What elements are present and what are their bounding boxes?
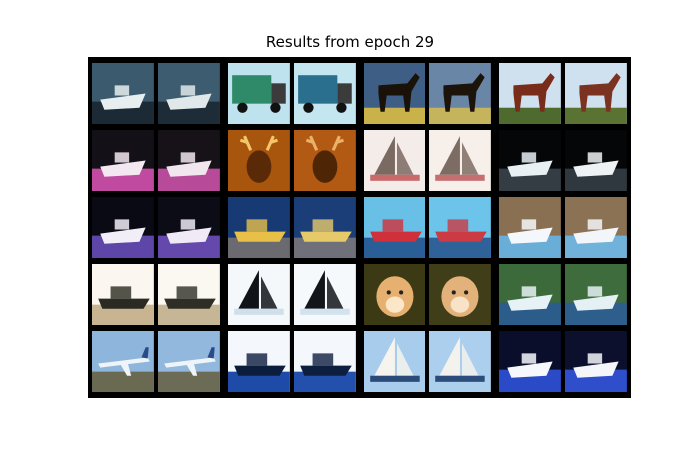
input-image [499, 331, 562, 392]
ship-image [157, 264, 220, 325]
sailboat-image [429, 331, 492, 392]
boat-image [565, 331, 627, 392]
sailboat-image [227, 264, 290, 325]
reconstructed-image [157, 130, 220, 191]
reconstructed-image [565, 130, 627, 191]
boat-image [565, 197, 627, 258]
boat-image [157, 130, 220, 191]
reconstructed-image [157, 264, 220, 325]
boat-image [499, 197, 562, 258]
boat-image [565, 130, 627, 191]
sailboat-image [293, 264, 356, 325]
reconstructed-image [293, 197, 356, 258]
horse-image [499, 63, 562, 124]
deer-image [227, 130, 290, 191]
horse-image [363, 63, 426, 124]
horse-image [429, 63, 492, 124]
input-image [499, 63, 562, 124]
input-image [363, 264, 426, 325]
input-image [227, 63, 290, 124]
truck-image [293, 63, 356, 124]
reconstructed-image [293, 264, 356, 325]
input-image [499, 264, 562, 325]
input-image [227, 130, 290, 191]
ship-image [227, 197, 290, 258]
boat-image [499, 264, 562, 325]
input-image [92, 331, 154, 392]
reconstructed-image [565, 331, 627, 392]
ship-image [293, 197, 356, 258]
reconstructed-image [429, 130, 492, 191]
input-image [227, 331, 290, 392]
boat-image [92, 130, 154, 191]
reconstructed-image [429, 197, 492, 258]
horse-image [565, 63, 627, 124]
reconstructed-image [565, 264, 627, 325]
image-grid [88, 57, 631, 398]
boat-image [565, 264, 627, 325]
input-image [92, 63, 154, 124]
input-image [499, 130, 562, 191]
reconstructed-image [157, 331, 220, 392]
reconstructed-image [429, 63, 492, 124]
boat-image [92, 63, 154, 124]
figure-title: Results from epoch 29 [265, 33, 435, 51]
reconstructed-image [565, 197, 627, 258]
input-image [92, 130, 154, 191]
truck-image [227, 63, 290, 124]
dog-image [363, 264, 426, 325]
reconstructed-image [429, 264, 492, 325]
reconstructed-image [157, 63, 220, 124]
boat-image [92, 197, 154, 258]
input-image [499, 197, 562, 258]
deer-image [293, 130, 356, 191]
reconstructed-image [293, 331, 356, 392]
sailboat-image [363, 331, 426, 392]
boat-image [499, 130, 562, 191]
ship-image [92, 264, 154, 325]
ship-image [293, 331, 356, 392]
dog-image [429, 264, 492, 325]
input-image [227, 197, 290, 258]
boat-image [157, 197, 220, 258]
airplane-image [157, 331, 220, 392]
reconstructed-image [157, 197, 220, 258]
ship-image [429, 197, 492, 258]
input-image [363, 331, 426, 392]
boat-image [499, 331, 562, 392]
input-image [92, 264, 154, 325]
reconstructed-image [565, 63, 627, 124]
ship-image [227, 331, 290, 392]
sailboat-image [363, 130, 426, 191]
input-image [92, 197, 154, 258]
input-image [363, 130, 426, 191]
sailboat-image [429, 130, 492, 191]
reconstructed-image [429, 331, 492, 392]
boat-image [157, 63, 220, 124]
reconstructed-image [293, 130, 356, 191]
input-image [363, 63, 426, 124]
input-image [363, 197, 426, 258]
input-image [227, 264, 290, 325]
reconstructed-image [293, 63, 356, 124]
airplane-image [92, 331, 154, 392]
ship-image [363, 197, 426, 258]
